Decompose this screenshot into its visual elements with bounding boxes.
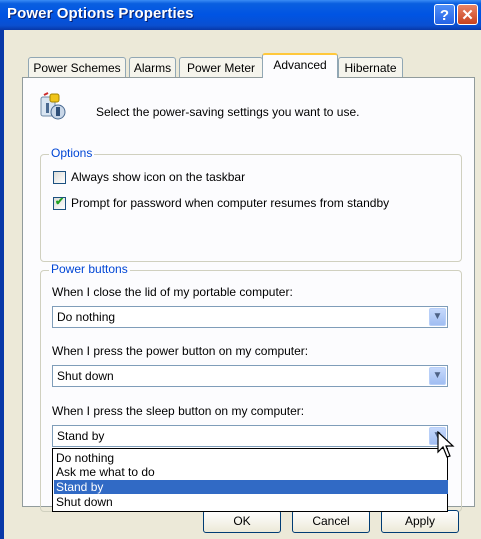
ok-button[interactable]: OK bbox=[203, 510, 281, 533]
power-button-action-select[interactable]: Shut down ▼ bbox=[52, 365, 448, 387]
show-icon-checkbox[interactable] bbox=[53, 171, 66, 184]
sleep-button-action-value: Stand by bbox=[57, 429, 105, 443]
prompt-password-label[interactable]: Prompt for password when computer resume… bbox=[71, 196, 389, 210]
tab-advanced[interactable]: Advanced bbox=[262, 53, 338, 78]
lid-label: When I close the lid of my portable comp… bbox=[52, 285, 293, 299]
dropdown-option-shut-down[interactable]: Shut down bbox=[54, 495, 448, 509]
window-border bbox=[0, 30, 4, 539]
dropdown-option-stand-by[interactable]: Stand by bbox=[54, 480, 448, 494]
options-legend: Options bbox=[49, 146, 95, 160]
tab-alarms[interactable]: Alarms bbox=[129, 57, 176, 77]
header-text: Select the power-saving settings you wan… bbox=[96, 105, 360, 119]
help-icon: ? bbox=[439, 7, 450, 24]
lid-action-value: Do nothing bbox=[57, 310, 116, 324]
dropdown-option-do-nothing[interactable]: Do nothing bbox=[54, 451, 448, 465]
power-settings-icon bbox=[40, 92, 66, 120]
lid-action-select[interactable]: Do nothing ▼ bbox=[52, 306, 448, 328]
help-button[interactable]: ? bbox=[434, 4, 455, 25]
chevron-down-icon[interactable]: ▼ bbox=[429, 367, 446, 385]
apply-button[interactable]: Apply bbox=[381, 510, 459, 533]
sleep-action-dropdown-list[interactable]: Do nothing Ask me what to do Stand by Sh… bbox=[52, 448, 448, 512]
title-bar[interactable]: Power Options Properties ? ✕ bbox=[0, 0, 481, 30]
close-button[interactable]: ✕ bbox=[457, 4, 478, 25]
dropdown-option-ask-me[interactable]: Ask me what to do bbox=[54, 465, 448, 479]
tab-power-schemes[interactable]: Power Schemes bbox=[28, 57, 126, 77]
window-title: Power Options Properties bbox=[7, 5, 194, 22]
power-buttons-legend: Power buttons bbox=[49, 262, 130, 276]
mouse-pointer-icon bbox=[437, 431, 455, 458]
tab-hibernate[interactable]: Hibernate bbox=[338, 57, 403, 77]
prompt-password-checkbox[interactable]: ✔ bbox=[53, 196, 66, 210]
power-button-label: When I press the power button on my comp… bbox=[52, 344, 309, 358]
cancel-button[interactable]: Cancel bbox=[292, 510, 370, 533]
tab-power-meter[interactable]: Power Meter bbox=[179, 57, 263, 77]
close-icon: ✕ bbox=[461, 7, 474, 24]
power-button-action-value: Shut down bbox=[57, 369, 114, 383]
checkmark-icon: ✔ bbox=[55, 196, 65, 208]
power-options-window: Power Options Properties ? ✕ Power Schem… bbox=[0, 0, 481, 539]
show-icon-label[interactable]: Always show icon on the taskbar bbox=[71, 170, 245, 184]
sleep-button-label: When I press the sleep button on my comp… bbox=[52, 404, 305, 418]
sleep-button-action-select[interactable]: Stand by ▼ bbox=[52, 425, 448, 447]
chevron-down-icon[interactable]: ▼ bbox=[429, 308, 446, 326]
